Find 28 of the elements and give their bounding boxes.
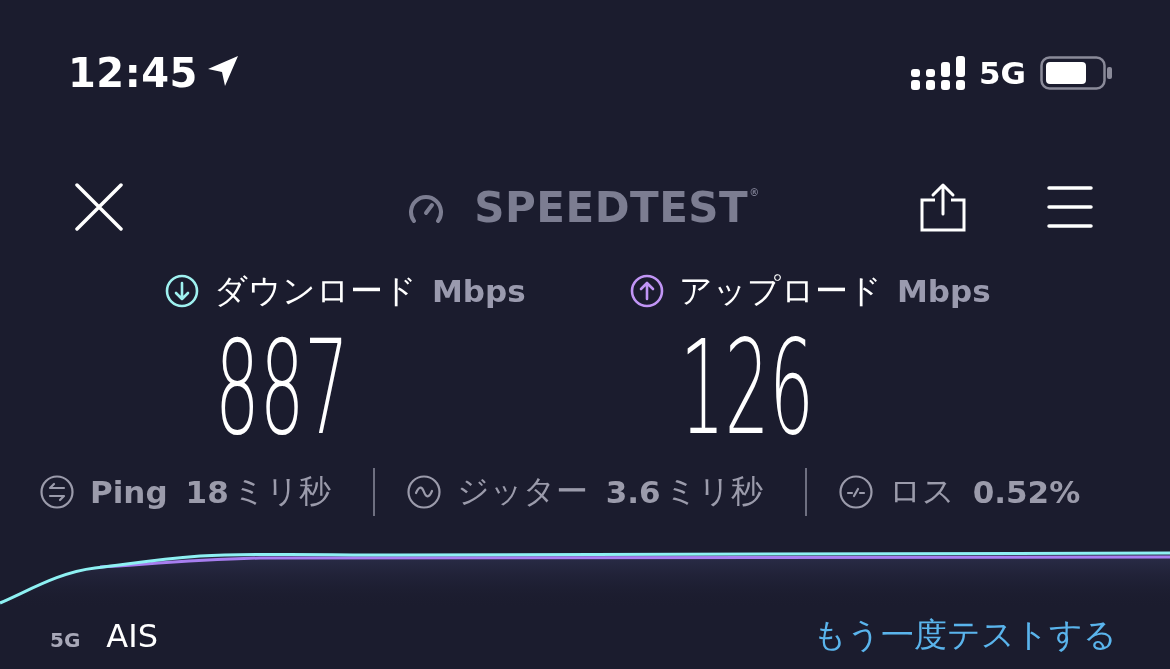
stat-unit: ミリ秒	[664, 471, 763, 512]
metric-label: ダウンロード	[214, 269, 417, 312]
menu-icon[interactable]	[1047, 185, 1093, 229]
wave-icon	[406, 475, 441, 509]
connection-type: 5G	[50, 627, 81, 652]
unit-label: Mbps	[897, 273, 991, 309]
carrier-name: AIS	[106, 616, 158, 655]
stat-value: 0.52%	[972, 474, 1081, 510]
logo-wordmark: SPEEDTEST$^{®}$	[474, 182, 760, 232]
signal-bars-icon	[911, 56, 965, 90]
network-type: 5G	[979, 55, 1026, 91]
battery-icon	[1040, 56, 1112, 90]
status-time: 12:45	[68, 50, 198, 96]
metric-label: アップロード	[679, 269, 882, 312]
speed-value: 887	[215, 314, 349, 462]
stat-label: ロス	[888, 471, 955, 512]
stat-unit: ミリ秒	[232, 471, 331, 512]
stat-value: 3.6	[605, 474, 661, 510]
stat-label: ジッター	[456, 471, 588, 512]
swap-arrows-icon	[40, 475, 74, 509]
speed-value: 126	[680, 314, 814, 462]
retest-link[interactable]: もう一度テストする	[813, 613, 1117, 658]
close-icon[interactable]	[75, 183, 123, 231]
share-icon[interactable]	[920, 182, 966, 232]
stat-value: 18	[185, 474, 229, 510]
unit-label: Mbps	[432, 273, 526, 309]
stat-label: Ping	[90, 474, 168, 510]
location-arrow-icon	[207, 56, 238, 86]
